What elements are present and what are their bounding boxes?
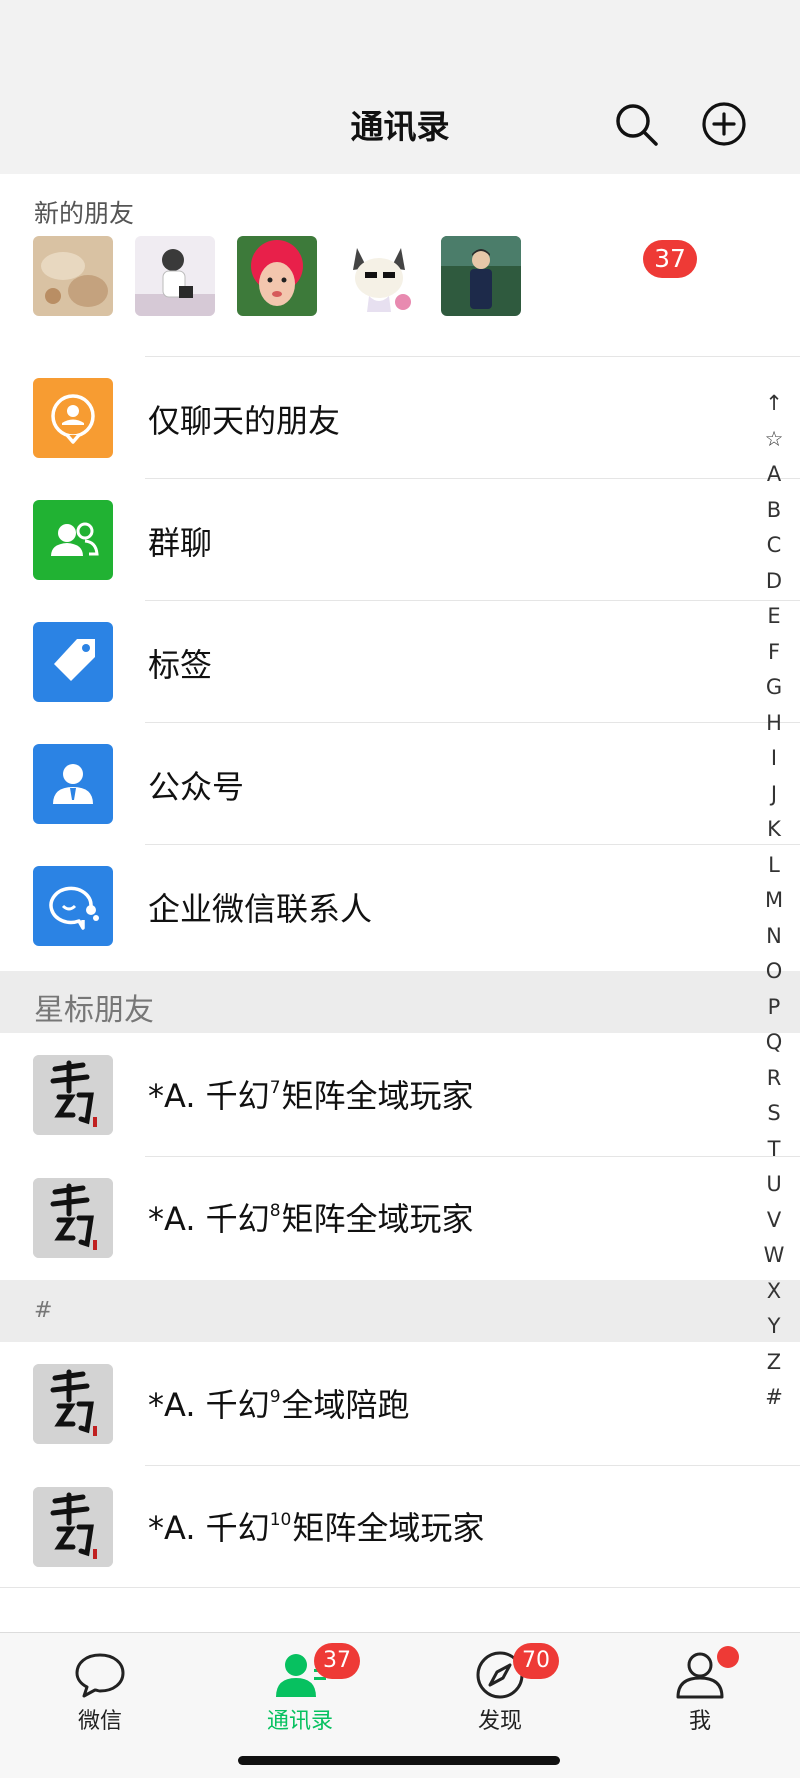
contact-row[interactable]: *A. 千幻7矩阵全域玩家 xyxy=(0,1033,800,1156)
divider xyxy=(145,1465,800,1466)
home-indicator xyxy=(238,1756,560,1765)
divider xyxy=(145,844,800,845)
contact-row[interactable]: *A. 千幻9全域陪跑 xyxy=(0,1342,800,1465)
index-letter[interactable]: ☆ xyxy=(758,422,790,458)
page-title: 通讯录 xyxy=(350,107,450,146)
index-letter[interactable]: E xyxy=(758,599,790,635)
index-letter[interactable]: K xyxy=(758,812,790,848)
menu-label: 群聊 xyxy=(148,524,213,562)
tab-label: 我 xyxy=(688,1709,711,1734)
section-title: # xyxy=(34,1298,53,1323)
new-friends-section[interactable]: 新的朋友 37 xyxy=(0,174,800,356)
index-letter[interactable]: Q xyxy=(758,1025,790,1061)
section-header-hash: # xyxy=(0,1280,800,1342)
avatar xyxy=(33,1055,113,1135)
official-account-icon xyxy=(33,744,113,824)
index-letter[interactable]: U xyxy=(758,1167,790,1203)
tab-label: 通讯录 xyxy=(266,1709,333,1734)
index-letter[interactable]: B xyxy=(758,493,790,529)
group-chat-icon xyxy=(33,500,113,580)
contact-row[interactable]: *A. 千幻10矩阵全域玩家 xyxy=(0,1465,800,1588)
menu-label: 公众号 xyxy=(148,768,245,806)
add-icon[interactable] xyxy=(700,100,748,148)
index-letter[interactable]: A xyxy=(758,457,790,493)
divider xyxy=(145,1156,800,1157)
menu-item-group-chat[interactable]: 群聊 xyxy=(0,478,800,600)
index-letter[interactable]: W xyxy=(758,1238,790,1274)
index-letter[interactable]: N xyxy=(758,919,790,955)
index-letter[interactable]: G xyxy=(758,670,790,706)
index-letter[interactable]: X xyxy=(758,1274,790,1310)
new-friends-badge: 37 xyxy=(643,240,697,278)
tab-discover[interactable]: 发现 70 xyxy=(400,1633,600,1743)
section-title: 星标朋友 xyxy=(34,993,154,1028)
divider xyxy=(145,600,800,601)
divider xyxy=(0,1587,800,1588)
section-header-starred: 星标朋友 xyxy=(0,971,800,1033)
index-letter[interactable]: H xyxy=(758,706,790,742)
index-letter[interactable]: S xyxy=(758,1096,790,1132)
contact-name: *A. 千幻10矩阵全域玩家 xyxy=(148,1509,485,1547)
search-icon[interactable] xyxy=(612,100,660,148)
divider xyxy=(145,356,800,357)
index-letter[interactable]: D xyxy=(758,564,790,600)
tab-label: 微信 xyxy=(77,1709,122,1734)
avatar xyxy=(339,236,419,316)
tag-icon xyxy=(33,622,113,702)
avatar xyxy=(33,1364,113,1444)
menu-item-tags[interactable]: 标签 xyxy=(0,600,800,722)
tab-label: 发现 xyxy=(477,1709,522,1734)
avatar xyxy=(441,236,521,316)
index-letter[interactable]: T xyxy=(758,1132,790,1168)
index-letter[interactable]: I xyxy=(758,741,790,777)
index-letter[interactable]: Y xyxy=(758,1309,790,1345)
chat-only-friends-icon xyxy=(33,378,113,458)
divider xyxy=(145,478,800,479)
tab-contacts[interactable]: 通讯录 37 xyxy=(200,1633,400,1743)
menu-label: 企业微信联系人 xyxy=(148,890,373,928)
index-letter[interactable]: # xyxy=(758,1380,790,1416)
contact-row[interactable]: *A. 千幻8矩阵全域玩家 xyxy=(0,1156,800,1279)
avatar xyxy=(135,236,215,316)
alphabet-index[interactable]: ↑ ☆ A B C D E F G H I J K L M N O P Q R S T U V W X Y Z # xyxy=(758,386,790,1416)
index-letter[interactable]: R xyxy=(758,1061,790,1097)
index-letter[interactable]: L xyxy=(758,848,790,884)
index-letter[interactable]: O xyxy=(758,954,790,990)
new-friends-label: 新的朋友 xyxy=(34,199,135,228)
contact-name: *A. 千幻9全域陪跑 xyxy=(148,1386,410,1424)
work-contacts-icon xyxy=(33,866,113,946)
discover-badge: 70 xyxy=(513,1643,559,1679)
index-letter[interactable]: C xyxy=(758,528,790,564)
notification-dot xyxy=(717,1646,739,1668)
index-letter[interactable]: P xyxy=(758,990,790,1026)
avatar xyxy=(33,1178,113,1258)
chat-bubble-icon xyxy=(75,1653,125,1698)
menu-label: 仅聊天的朋友 xyxy=(148,402,341,440)
index-letter[interactable]: ↑ xyxy=(758,386,790,422)
top-navigation-bar: 通讯录 xyxy=(0,0,800,174)
index-letter[interactable]: V xyxy=(758,1203,790,1239)
menu-item-official-accounts[interactable]: 公众号 xyxy=(0,722,800,844)
contacts-badge: 37 xyxy=(314,1643,360,1679)
tab-me[interactable]: 我 xyxy=(600,1633,800,1743)
tab-chats[interactable]: 微信 xyxy=(0,1633,200,1743)
index-letter[interactable]: Z xyxy=(758,1345,790,1381)
index-letter[interactable]: F xyxy=(758,635,790,671)
avatar xyxy=(33,1487,113,1567)
contact-name: *A. 千幻7矩阵全域玩家 xyxy=(148,1077,474,1115)
divider xyxy=(145,722,800,723)
avatar xyxy=(237,236,317,316)
index-letter[interactable]: M xyxy=(758,883,790,919)
avatar xyxy=(33,236,113,316)
contact-name: *A. 千幻8矩阵全域玩家 xyxy=(148,1200,474,1238)
menu-item-chat-only-friends[interactable]: 仅聊天的朋友 xyxy=(0,356,800,478)
index-letter[interactable]: J xyxy=(758,777,790,813)
menu-item-work-contacts[interactable]: 企业微信联系人 xyxy=(0,844,800,966)
menu-label: 标签 xyxy=(148,646,213,684)
